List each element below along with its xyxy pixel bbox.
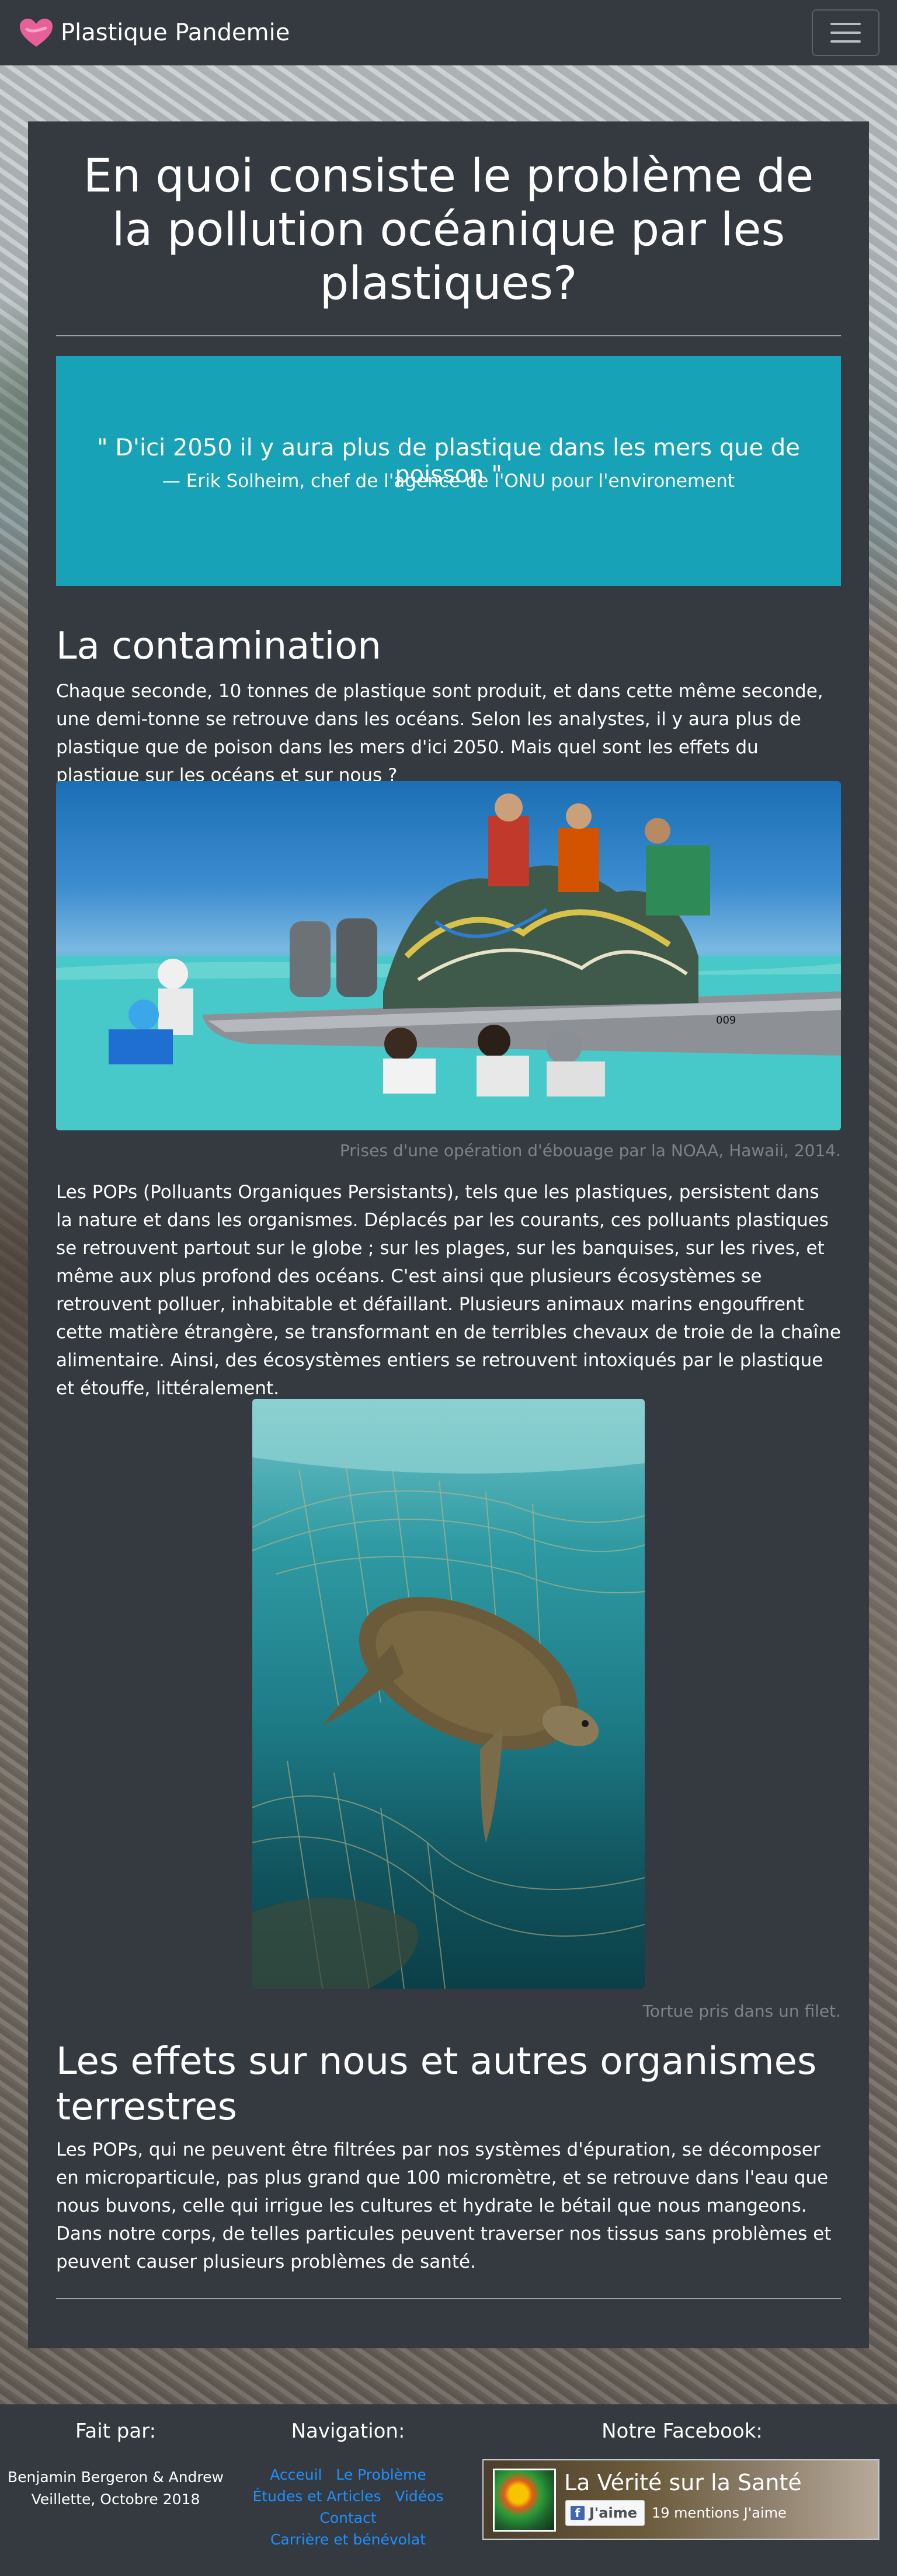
brand-link[interactable]: Plastique Pandemie [19, 18, 290, 48]
turtle-photo-illustration [252, 1399, 645, 1989]
footer-link-carriere[interactable]: Carrière et bénévolat [270, 2531, 426, 2548]
footer-authors: Benjamin Bergeron & Andrew Veillette, Oc… [0, 2466, 231, 2511]
footer-link-etudes[interactable]: Études et Articles [253, 2488, 381, 2505]
footer-authors-line2: Veillette, Octobre 2018 [31, 2491, 200, 2508]
navbar: Plastique Pandemie [0, 0, 897, 65]
footer-facebook-heading: Notre Facebook: [602, 2420, 763, 2443]
effets-body: Les POPs, qui ne peuvent être filtrées p… [56, 2139, 832, 2272]
footer-link-videos[interactable]: Vidéos [395, 2488, 443, 2505]
footer-nav-links: Acceuil Le Problème Études et Articles V… [231, 2464, 465, 2550]
footer-link-acceuil[interactable]: Acceuil [270, 2466, 322, 2483]
noaa-cleanup-photo: 009 [56, 781, 841, 1130]
section-heading-effets: Les effets sur nous et autres organismes… [56, 2040, 817, 2129]
facebook-like-label: J'aime [589, 2505, 637, 2521]
facebook-like-button[interactable]: f J'aime [565, 2500, 645, 2526]
noaa-photo-illustration: 009 [56, 793, 841, 1130]
contamination-intro: Chaque seconde, 10 tonnes de plastique s… [56, 681, 823, 786]
hamburger-menu-icon [830, 23, 861, 25]
divider [56, 335, 841, 336]
page-title: En quoi consiste le problème de la pollu… [83, 150, 814, 310]
footer-nav-heading: Navigation: [291, 2420, 405, 2443]
section-heading-contamination: La contamination [56, 625, 381, 668]
turtle-in-net-photo [252, 1399, 645, 1989]
photo-caption-turtle: Tortue pris dans un filet. [642, 2001, 841, 2021]
facebook-page-name[interactable]: La Vérité sur la Santé [564, 2470, 802, 2495]
footer-credits: Fait par: Benjamin Bergeron & Andrew Vei… [0, 2404, 231, 2511]
quote-block: " D'ici 2050 il y aura plus de plastique… [56, 356, 841, 586]
facebook-page-widget[interactable]: La Vérité sur la Santé f J'aime 19 menti… [482, 2459, 879, 2540]
contamination-body: Les POPs (Polluants Organiques Persistan… [56, 1182, 841, 1399]
footer-link-contact[interactable]: Contact [319, 2509, 376, 2526]
footer-link-le-probleme[interactable]: Le Problème [336, 2466, 426, 2483]
footer-navigation: Navigation: Acceuil Le Problème Études e… [231, 2404, 465, 2550]
footer-credits-heading: Fait par: [75, 2420, 157, 2443]
footer: Fait par: Benjamin Bergeron & Andrew Vei… [0, 2404, 897, 2576]
facebook-page-avatar [493, 2469, 556, 2532]
navbar-toggle-button[interactable] [812, 9, 879, 56]
footer-authors-line1: Benjamin Bergeron & Andrew [8, 2469, 224, 2486]
quote-author: — Erik Solheim, chef de l'agence de l'ON… [162, 471, 735, 492]
brand-name: Plastique Pandemie [61, 19, 290, 46]
heart-icon [20, 19, 53, 47]
svg-text:009: 009 [716, 1014, 736, 1026]
article-card: En quoi consiste le problème de la pollu… [28, 121, 869, 2348]
facebook-icon: f [571, 2506, 585, 2520]
facebook-like-count: 19 mentions J'aime [652, 2505, 787, 2521]
divider [56, 2298, 841, 2299]
footer-facebook: Notre Facebook: [526, 2404, 839, 2449]
photo-caption-noaa: Prises d'une opération d'ébouage par la … [339, 1141, 841, 1160]
